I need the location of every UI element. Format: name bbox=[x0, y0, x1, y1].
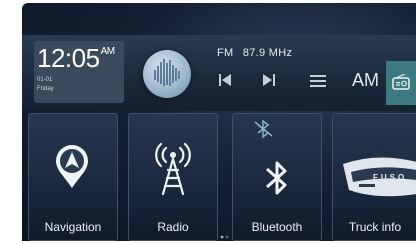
radio-icon bbox=[392, 74, 410, 90]
band-label: FM bbox=[217, 47, 234, 59]
frequency-label: 87.9 MHz bbox=[242, 47, 293, 59]
am-band-button[interactable]: AM bbox=[352, 70, 379, 91]
skip-previous-icon[interactable] bbox=[218, 73, 232, 87]
tile-navigation[interactable]: Navigation bbox=[28, 113, 118, 241]
tile-bluetooth-label: Bluetooth bbox=[251, 220, 303, 234]
navigation-pin-icon bbox=[56, 145, 88, 188]
truck-badge: FUSO bbox=[373, 173, 408, 182]
tile-radio[interactable]: Radio bbox=[128, 113, 218, 241]
tile-bluetooth[interactable]: Bluetooth bbox=[232, 113, 322, 241]
radio-source-button[interactable] bbox=[386, 61, 416, 105]
clock-date: 01-01 bbox=[37, 77, 53, 83]
skip-next-icon[interactable] bbox=[262, 73, 276, 87]
album-art[interactable] bbox=[143, 50, 191, 98]
clock-time: 12:05AM bbox=[37, 43, 115, 74]
bluetooth-disabled-icon bbox=[254, 120, 273, 138]
bluetooth-icon bbox=[266, 161, 287, 195]
tile-truck-info-label: Truck info bbox=[348, 220, 402, 234]
tile-navigation-label: Navigation bbox=[44, 220, 102, 234]
audio-wave-icon bbox=[154, 59, 180, 86]
tile-radio-label: Radio bbox=[157, 220, 189, 234]
clock-weekday: Friday bbox=[37, 86, 54, 92]
radio-tower-icon bbox=[155, 142, 191, 196]
clock-ampm: AM bbox=[100, 46, 116, 57]
head-unit-screen: 12:05AM 01-01 Friday FM 87.9 MHz AM Navi… bbox=[22, 3, 416, 241]
clock-time-value: 12:05 bbox=[37, 43, 100, 73]
menu-icon[interactable] bbox=[310, 75, 326, 87]
page-indicator bbox=[220, 235, 229, 239]
station-readout: FM 87.9 MHz bbox=[217, 47, 292, 59]
tile-truck-info[interactable]: FUSO Truck info bbox=[332, 113, 416, 241]
clock-widget[interactable]: 12:05AM 01-01 Friday bbox=[34, 41, 124, 103]
